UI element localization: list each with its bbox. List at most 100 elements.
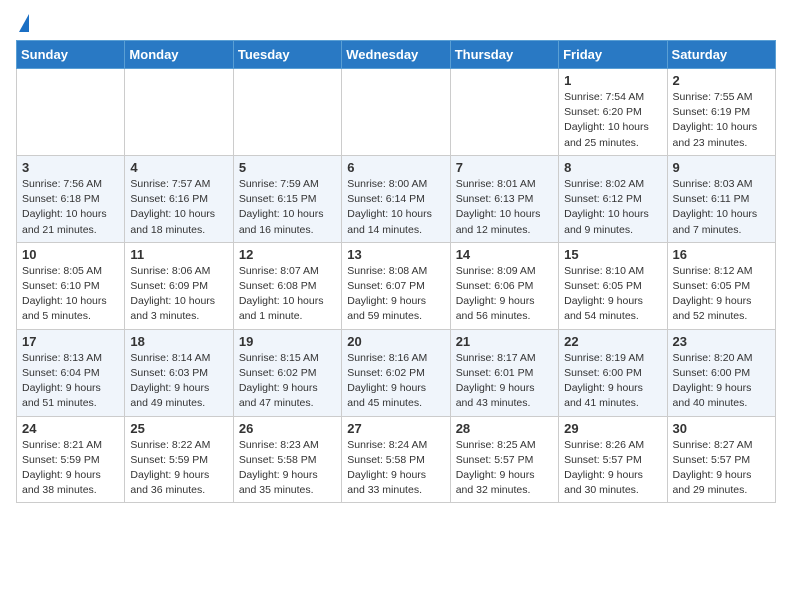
calendar-cell: 22 Sunrise: 8:19 AMSunset: 6:00 PMDayligh…: [559, 329, 667, 416]
day-info: Sunrise: 8:03 AMSunset: 6:11 PMDaylight:…: [673, 177, 770, 238]
day-info: Sunrise: 8:02 AMSunset: 6:12 PMDaylight:…: [564, 177, 661, 238]
day-info: Sunrise: 8:20 AMSunset: 6:00 PMDaylight:…: [673, 351, 770, 412]
day-info: Sunrise: 8:00 AMSunset: 6:14 PMDaylight:…: [347, 177, 444, 238]
day-number: 7: [456, 160, 553, 175]
calendar-header: SundayMondayTuesdayWednesdayThursdayFrid…: [17, 41, 776, 69]
calendar-week-4: 17Sunrise: 8:13 AMSunset: 6:04 PMDayligh…: [17, 329, 776, 416]
calendar-cell: 4 Sunrise: 7:57 AMSunset: 6:16 PMDaylight…: [125, 155, 233, 242]
calendar-cell: 28Sunrise: 8:25 AMSunset: 5:57 PMDayligh…: [450, 416, 558, 503]
day-number: 25: [130, 421, 227, 436]
day-info: Sunrise: 8:14 AMSunset: 6:03 PMDaylight:…: [130, 351, 227, 412]
day-info: Sunrise: 8:12 AMSunset: 6:05 PMDaylight:…: [673, 264, 770, 325]
day-number: 6: [347, 160, 444, 175]
day-number: 18: [130, 334, 227, 349]
day-number: 22: [564, 334, 661, 349]
day-info: Sunrise: 8:24 AMSunset: 5:58 PMDaylight:…: [347, 438, 444, 499]
calendar-cell: 2Sunrise: 7:55 AMSunset: 6:19 PMDaylight…: [667, 69, 775, 156]
day-number: 30: [673, 421, 770, 436]
calendar-cell: 12Sunrise: 8:07 AMSunset: 6:08 PMDayligh…: [233, 242, 341, 329]
day-info: Sunrise: 7:57 AMSunset: 6:16 PMDaylight:…: [130, 177, 227, 238]
day-info: Sunrise: 8:10 AMSunset: 6:05 PMDaylight:…: [564, 264, 661, 325]
day-number: 4: [130, 160, 227, 175]
day-number: 21: [456, 334, 553, 349]
day-info: Sunrise: 7:54 AMSunset: 6:20 PMDaylight:…: [564, 90, 661, 151]
day-info: Sunrise: 8:15 AMSunset: 6:02 PMDaylight:…: [239, 351, 336, 412]
day-info: Sunrise: 8:21 AMSunset: 5:59 PMDaylight:…: [22, 438, 119, 499]
day-info: Sunrise: 8:26 AMSunset: 5:57 PMDaylight:…: [564, 438, 661, 499]
day-number: 23: [673, 334, 770, 349]
calendar-cell: 23 Sunrise: 8:20 AMSunset: 6:00 PMDayligh…: [667, 329, 775, 416]
day-info: Sunrise: 8:25 AMSunset: 5:57 PMDaylight:…: [456, 438, 553, 499]
day-info: Sunrise: 7:56 AMSunset: 6:18 PMDaylight:…: [22, 177, 119, 238]
calendar-cell: 21 Sunrise: 8:17 AMSunset: 6:01 PMDayligh…: [450, 329, 558, 416]
calendar-header-saturday: Saturday: [667, 41, 775, 69]
day-info: Sunrise: 8:06 AMSunset: 6:09 PMDaylight:…: [130, 264, 227, 325]
day-number: 16: [673, 247, 770, 262]
calendar-cell: 29 Sunrise: 8:26 AMSunset: 5:57 PMDayligh…: [559, 416, 667, 503]
calendar-cell: [450, 69, 558, 156]
calendar-cell: 1 Sunrise: 7:54 AMSunset: 6:20 PMDaylight…: [559, 69, 667, 156]
calendar-week-3: 10 Sunrise: 8:05 AMSunset: 6:10 PMDayligh…: [17, 242, 776, 329]
calendar-cell: 24 Sunrise: 8:21 AMSunset: 5:59 PMDayligh…: [17, 416, 125, 503]
calendar-header-row: SundayMondayTuesdayWednesdayThursdayFrid…: [17, 41, 776, 69]
calendar-cell: 20 Sunrise: 8:16 AMSunset: 6:02 PMDayligh…: [342, 329, 450, 416]
calendar-cell: 18 Sunrise: 8:14 AMSunset: 6:03 PMDayligh…: [125, 329, 233, 416]
calendar-cell: 6 Sunrise: 8:00 AMSunset: 6:14 PMDaylight…: [342, 155, 450, 242]
day-info: Sunrise: 8:27 AMSunset: 5:57 PMDaylight:…: [673, 438, 770, 499]
calendar-table: SundayMondayTuesdayWednesdayThursdayFrid…: [16, 40, 776, 503]
calendar-cell: 5Sunrise: 7:59 AMSunset: 6:15 PMDaylight…: [233, 155, 341, 242]
day-number: 3: [22, 160, 119, 175]
calendar-cell: 9Sunrise: 8:03 AMSunset: 6:11 PMDaylight…: [667, 155, 775, 242]
day-number: 11: [130, 247, 227, 262]
day-info: Sunrise: 8:09 AMSunset: 6:06 PMDaylight:…: [456, 264, 553, 325]
calendar-cell: 8 Sunrise: 8:02 AMSunset: 6:12 PMDaylight…: [559, 155, 667, 242]
calendar-body: 1 Sunrise: 7:54 AMSunset: 6:20 PMDaylight…: [17, 69, 776, 503]
day-number: 20: [347, 334, 444, 349]
calendar-cell: 10 Sunrise: 8:05 AMSunset: 6:10 PMDayligh…: [17, 242, 125, 329]
day-number: 17: [22, 334, 119, 349]
day-info: Sunrise: 7:59 AMSunset: 6:15 PMDaylight:…: [239, 177, 336, 238]
calendar-cell: 7 Sunrise: 8:01 AMSunset: 6:13 PMDaylight…: [450, 155, 558, 242]
calendar-header-wednesday: Wednesday: [342, 41, 450, 69]
day-info: Sunrise: 8:01 AMSunset: 6:13 PMDaylight:…: [456, 177, 553, 238]
day-number: 8: [564, 160, 661, 175]
calendar-cell: [233, 69, 341, 156]
day-number: 10: [22, 247, 119, 262]
calendar-cell: 16 Sunrise: 8:12 AMSunset: 6:05 PMDayligh…: [667, 242, 775, 329]
calendar-cell: 19 Sunrise: 8:15 AMSunset: 6:02 PMDayligh…: [233, 329, 341, 416]
day-info: Sunrise: 8:23 AMSunset: 5:58 PMDaylight:…: [239, 438, 336, 499]
calendar-header-monday: Monday: [125, 41, 233, 69]
day-number: 19: [239, 334, 336, 349]
day-number: 13: [347, 247, 444, 262]
calendar-cell: 26 Sunrise: 8:23 AMSunset: 5:58 PMDayligh…: [233, 416, 341, 503]
day-number: 24: [22, 421, 119, 436]
calendar-cell: 17Sunrise: 8:13 AMSunset: 6:04 PMDayligh…: [17, 329, 125, 416]
day-info: Sunrise: 8:08 AMSunset: 6:07 PMDaylight:…: [347, 264, 444, 325]
calendar-cell: 27 Sunrise: 8:24 AMSunset: 5:58 PMDayligh…: [342, 416, 450, 503]
calendar-header-thursday: Thursday: [450, 41, 558, 69]
day-number: 15: [564, 247, 661, 262]
calendar-cell: [342, 69, 450, 156]
day-number: 27: [347, 421, 444, 436]
day-info: Sunrise: 8:16 AMSunset: 6:02 PMDaylight:…: [347, 351, 444, 412]
calendar-header-friday: Friday: [559, 41, 667, 69]
logo: [16, 16, 29, 32]
calendar-week-5: 24 Sunrise: 8:21 AMSunset: 5:59 PMDayligh…: [17, 416, 776, 503]
day-info: Sunrise: 8:05 AMSunset: 6:10 PMDaylight:…: [22, 264, 119, 325]
calendar-cell: 14Sunrise: 8:09 AMSunset: 6:06 PMDayligh…: [450, 242, 558, 329]
day-info: Sunrise: 8:07 AMSunset: 6:08 PMDaylight:…: [239, 264, 336, 325]
day-number: 29: [564, 421, 661, 436]
day-info: Sunrise: 8:22 AMSunset: 5:59 PMDaylight:…: [130, 438, 227, 499]
day-info: Sunrise: 8:17 AMSunset: 6:01 PMDaylight:…: [456, 351, 553, 412]
day-number: 1: [564, 73, 661, 88]
calendar-header-tuesday: Tuesday: [233, 41, 341, 69]
calendar-cell: 25 Sunrise: 8:22 AMSunset: 5:59 PMDayligh…: [125, 416, 233, 503]
calendar-cell: 13 Sunrise: 8:08 AMSunset: 6:07 PMDayligh…: [342, 242, 450, 329]
day-number: 26: [239, 421, 336, 436]
calendar-cell: [125, 69, 233, 156]
day-info: Sunrise: 7:55 AMSunset: 6:19 PMDaylight:…: [673, 90, 770, 151]
calendar-cell: 11 Sunrise: 8:06 AMSunset: 6:09 PMDayligh…: [125, 242, 233, 329]
logo-icon: [19, 14, 29, 32]
calendar-cell: 15 Sunrise: 8:10 AMSunset: 6:05 PMDayligh…: [559, 242, 667, 329]
day-info: Sunrise: 8:19 AMSunset: 6:00 PMDaylight:…: [564, 351, 661, 412]
